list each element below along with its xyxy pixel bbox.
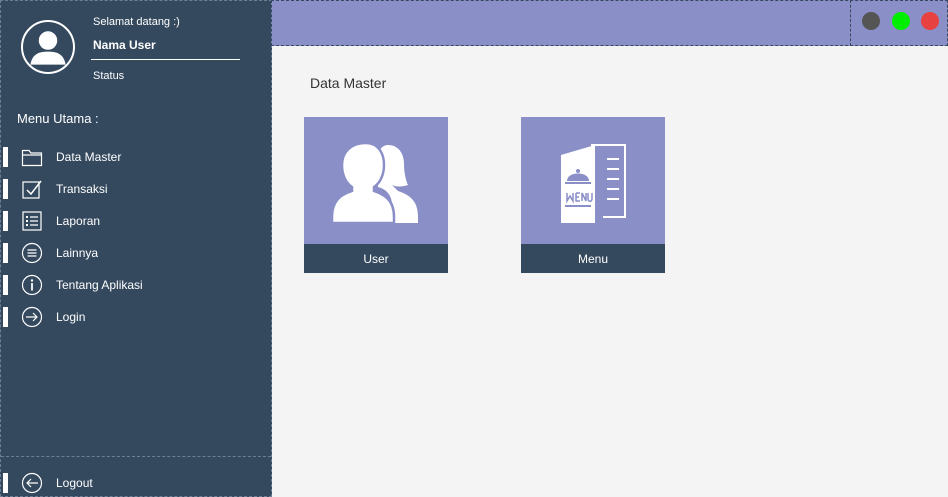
active-indicator bbox=[3, 307, 8, 327]
sidebar: Selamat datang :) Nama User Status Menu … bbox=[0, 0, 272, 497]
user-divider bbox=[91, 59, 240, 60]
sidebar-item-label: Data Master bbox=[56, 150, 122, 164]
menu-title: Menu Utama : bbox=[17, 111, 99, 126]
sidebar-item-label: Tentang Aplikasi bbox=[56, 278, 143, 292]
sidebar-item-label: Lainnya bbox=[56, 246, 99, 260]
sidebar-item-label: Login bbox=[56, 310, 86, 324]
checkbox-icon bbox=[21, 178, 43, 200]
sidebar-item-transaksi[interactable]: Transaksi bbox=[1, 177, 271, 201]
active-indicator bbox=[3, 211, 8, 231]
sidebar-item-login[interactable]: Login bbox=[1, 305, 271, 329]
close-button[interactable] bbox=[921, 12, 939, 30]
sidebar-item-tentang-aplikasi[interactable]: Tentang Aplikasi bbox=[1, 273, 271, 297]
sidebar-divider bbox=[1, 456, 271, 457]
window-controls bbox=[850, 0, 948, 46]
tile-user[interactable]: User bbox=[304, 117, 448, 273]
menu-book-icon bbox=[521, 117, 665, 244]
page-title: Data Master bbox=[310, 75, 387, 91]
user-status: Status bbox=[93, 70, 125, 82]
active-indicator bbox=[3, 179, 8, 199]
folder-icon bbox=[21, 146, 43, 168]
list-icon bbox=[21, 210, 43, 232]
sidebar-item-logout[interactable]: Logout bbox=[1, 471, 271, 495]
active-indicator bbox=[3, 147, 8, 167]
info-icon bbox=[21, 274, 43, 296]
tile-menu[interactable]: Menu bbox=[521, 117, 665, 273]
sidebar-item-label: Logout bbox=[56, 476, 93, 490]
active-indicator bbox=[3, 473, 8, 493]
sidebar-item-label: Transaksi bbox=[56, 182, 108, 196]
tile-label: Menu bbox=[521, 244, 665, 273]
sidebar-item-laporan[interactable]: Laporan bbox=[1, 209, 271, 233]
users-icon bbox=[304, 117, 448, 244]
avatar-icon bbox=[21, 20, 75, 74]
maximize-button[interactable] bbox=[892, 12, 910, 30]
sidebar-item-data-master[interactable]: Data Master bbox=[1, 145, 271, 169]
logout-icon bbox=[21, 472, 43, 494]
sidebar-item-lainnya[interactable]: Lainnya bbox=[1, 241, 271, 265]
sidebar-item-label: Laporan bbox=[56, 214, 101, 228]
greeting-text: Selamat datang :) bbox=[93, 16, 180, 28]
active-indicator bbox=[3, 243, 8, 263]
tile-label: User bbox=[304, 244, 448, 273]
title-bar[interactable] bbox=[271, 0, 948, 46]
user-name: Nama User bbox=[93, 38, 156, 52]
active-indicator bbox=[3, 275, 8, 295]
menu-circle-icon bbox=[21, 242, 43, 264]
login-icon bbox=[21, 306, 43, 328]
minimize-button[interactable] bbox=[862, 12, 880, 30]
